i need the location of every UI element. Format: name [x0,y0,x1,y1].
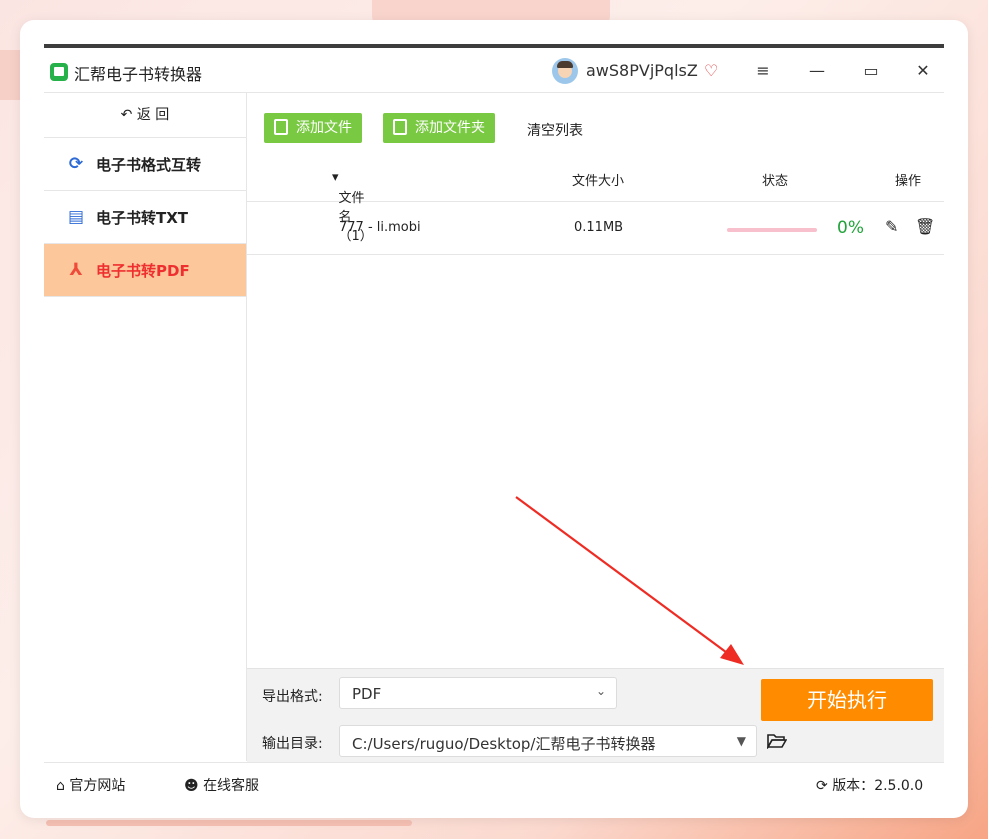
sidebar-item-label: 电子书格式互转 [96,156,202,174]
chevron-down-icon: ⌄ [595,684,606,698]
version-value: 2.5.0.0 [874,778,924,794]
output-label: 输出目录: [262,736,323,752]
sidebar-item-label: 电子书转PDF [96,262,190,280]
header-size: 文件大小 [572,174,625,189]
delete-icon[interactable]: 🗑 [915,217,935,236]
output-dir-select[interactable]: C:/Users/ruguo/Desktop/汇帮电子书转换器 ▼ [339,725,757,757]
output-value: C:/Users/ruguo/Desktop/汇帮电子书转换器 [352,735,656,753]
sidebar-item-to-txt[interactable]: ▤ 电子书转TXT [44,191,246,244]
back-label: 返 回 [136,107,170,123]
toolbar: 添加文件 添加文件夹 清空列表 [247,93,944,153]
minimize-button[interactable]: — [802,56,832,86]
header-name[interactable]: ▾ 文件名（1） [332,170,373,244]
app-title: 汇帮电子书转换器 [74,65,203,84]
support-link[interactable]: ☻ 在线客服 [184,775,259,795]
add-folder-label: 添加文件夹 [415,120,485,136]
home-icon: ⌂ [56,778,65,794]
document-icon: ▤ [67,207,85,227]
refresh-icon: ⟳ [68,154,84,174]
version-label: 版本： [832,778,875,794]
refresh-icon: ⟳ [816,778,828,794]
website-link[interactable]: ⌂ 官方网站 [56,775,125,795]
folder-open-icon[interactable] [767,733,787,749]
header-actions: 操作 [895,174,922,189]
menu-button[interactable]: ≡ [748,56,778,86]
website-label: 官方网站 [69,778,126,794]
header-status: 状态 [762,174,789,189]
add-folder-icon [393,119,407,135]
close-button[interactable]: ✕ [908,56,938,86]
version-info: ⟳ 版本：2.5.0.0 [816,775,923,795]
pdf-icon: ⅄ [69,260,83,280]
support-label: 在线客服 [203,778,260,794]
support-agent-icon: ☻ [184,778,199,794]
progress-percent: 0% [837,218,864,238]
maximize-button[interactable]: ▭ [856,56,886,86]
start-button[interactable]: 开始执行 [761,679,933,721]
table-header: ▾ 文件名（1） 文件大小 状态 操作 [247,153,944,244]
sidebar-item-to-pdf[interactable]: ⅄ 电子书转PDF [44,244,246,297]
table-row[interactable]: 777 - li.mobi 0.11MB 0% ✎ 🗑 [247,202,944,255]
avatar-hair [557,61,573,68]
sidebar-item-label: 电子书转TXT [96,209,189,227]
add-file-button[interactable]: 添加文件 [264,113,362,143]
clear-list-button[interactable]: 清空列表 [527,120,583,140]
add-file-icon [274,119,288,135]
edit-icon[interactable]: ✎ [885,217,898,236]
app-window: 汇帮电子书转换器 awS8PVjPqlsZ ♡ ≡ — ▭ ✕ ↶ 返 回 ⟳ … [44,44,944,805]
settings-panel: 导出格式: PDF ⌄ 输出目录: C:/Users/ruguo/Desktop… [247,668,944,762]
back-button[interactable]: ↶ 返 回 [44,93,246,138]
footer: ⌂ 官方网站 ☻ 在线客服 ⟳ 版本：2.5.0.0 [44,762,944,805]
username[interactable]: awS8PVjPqlsZ [586,61,698,80]
app-logo-icon [50,63,68,81]
add-file-label: 添加文件 [296,120,352,136]
user-avatar[interactable] [552,58,578,84]
format-value: PDF [352,685,382,703]
background-shape [46,820,412,826]
sidebar-item-format-convert[interactable]: ⟳ 电子书格式互转 [44,138,246,191]
main-panel: 添加文件 添加文件夹 清空列表 ▾ 文件名（1） 文件大小 状态 操作 777 … [247,93,944,762]
format-select[interactable]: PDF ⌄ [339,677,617,709]
file-size: 0.11MB [574,220,624,235]
caret-down-icon: ▼ [736,734,746,748]
vip-heart-icon[interactable]: ♡ [704,61,718,80]
add-folder-button[interactable]: 添加文件夹 [383,113,495,143]
title-bar: 汇帮电子书转换器 awS8PVjPqlsZ ♡ ≡ — ▭ ✕ [44,48,944,93]
sidebar: ↶ 返 回 ⟳ 电子书格式互转 ▤ 电子书转TXT ⅄ 电子书转PDF [44,93,247,761]
file-name: 777 - li.mobi [339,220,421,235]
format-label: 导出格式: [262,689,323,705]
back-arrow-icon: ↶ [120,107,137,123]
progress-bar [727,228,817,232]
